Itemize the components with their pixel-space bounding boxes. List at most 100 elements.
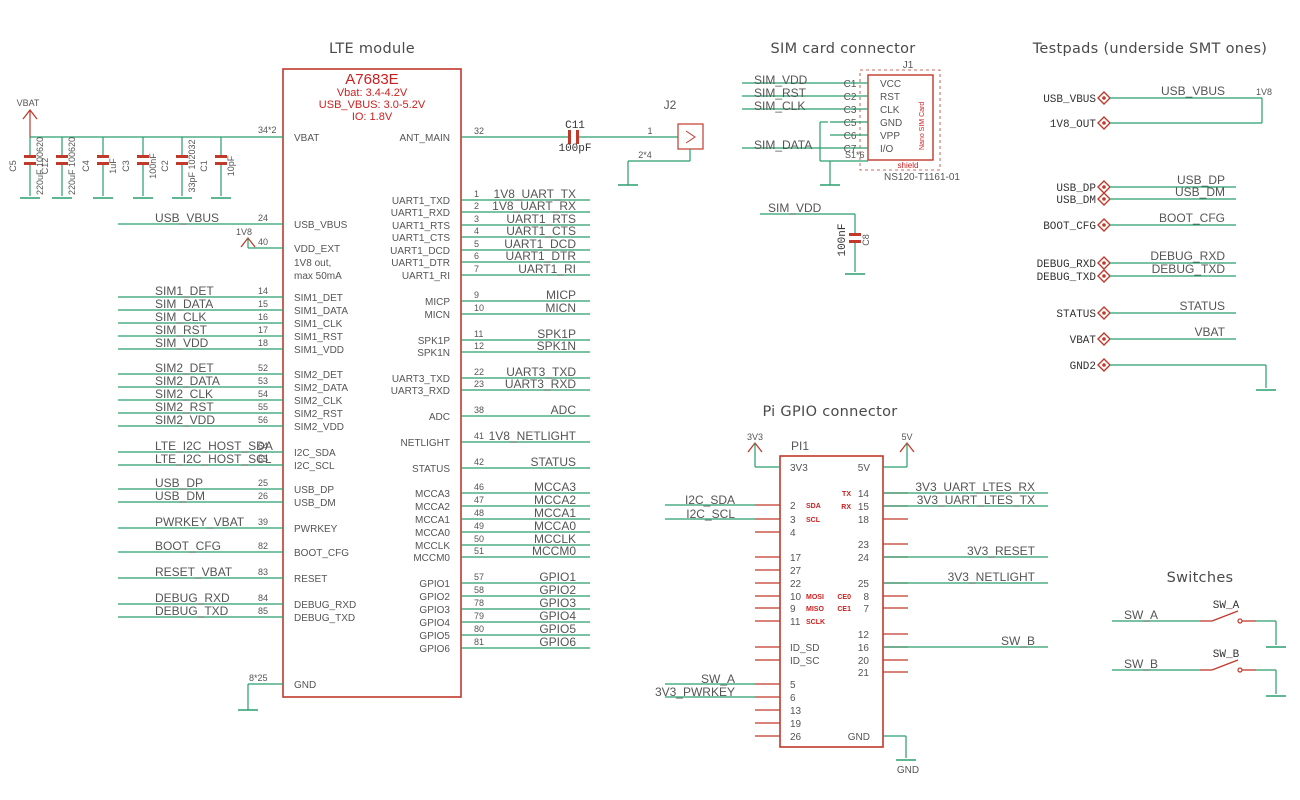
module-right-pin-name: UART1_DCD [390, 246, 450, 257]
testpad-label: USB_DP [1056, 183, 1096, 195]
module-right-pin-number: 51 [474, 546, 484, 556]
module-spec-line: USB_VBUS: 3.0-5.2V [319, 99, 426, 111]
gpio-5v-label: 5V [901, 432, 912, 442]
module-right-pin-number: 7 [474, 264, 479, 274]
gpio-left-pin-number: 19 [790, 719, 802, 730]
net-label-right: MICN [545, 301, 576, 315]
heading-switches: Switches [1167, 570, 1234, 586]
sim-pin-number: C3 [844, 105, 857, 116]
gpio-connector-ref: PI1 [791, 439, 809, 453]
module-right-pin-number: 4 [474, 226, 479, 236]
net-label-right: 1V8_NETLIGHT [489, 429, 577, 443]
module-right-pin-name: MICP [425, 297, 450, 308]
gpio-right-pin-number: 25 [858, 579, 870, 590]
net-label-right: MICP [546, 288, 576, 302]
sim-decouple-plate [849, 240, 861, 243]
net-label-left: LTE_I2C_HOST_SCL [155, 452, 272, 466]
net-label-right: MCCA0 [534, 519, 576, 533]
module-right-pin-number: 78 [474, 598, 484, 608]
net-label-right: MCCA1 [534, 506, 576, 520]
cap-value-label: 33pF 102032 [187, 139, 197, 192]
module-right-pin-name: NETLIGHT [401, 438, 450, 449]
sim-net-label: SIM_CLK [754, 99, 805, 113]
cap-value-label: 100nF [148, 153, 158, 179]
module-left-pin-name: PWRKEY [294, 524, 338, 535]
antenna-cap-value: 100pF [558, 143, 591, 155]
sim-decouple-net: SIM_VDD [768, 201, 822, 215]
gpio-right-pin-name: 5V [858, 463, 871, 474]
module-left-pin-number: 56 [258, 415, 268, 425]
heading-gpio-connector: Pi GPIO connector [762, 404, 897, 420]
module-left-pin-name: USB_VBUS [294, 220, 348, 231]
testpad-center [1102, 223, 1106, 227]
gpio-right-pin-number: 8 [863, 592, 869, 603]
module-right-pin-name: UART3_RXD [391, 386, 450, 397]
switch-contact [1237, 667, 1243, 673]
gpio-left-pin-number: 27 [790, 566, 802, 577]
net-label-right: ADC [551, 403, 577, 417]
antenna-connector-j2 [677, 123, 704, 150]
module-right-pin-number: 57 [474, 572, 484, 582]
gpio-left-pin-function: MISO [806, 606, 824, 613]
testpad-label: USB_VBUS [1043, 94, 1096, 106]
gpio-right-net-label: SW_B [1001, 634, 1035, 648]
module-left-pin-number: 82 [258, 541, 268, 551]
module-left-pin-name: SIM1_DATA [294, 306, 348, 317]
testpad-center [1102, 261, 1106, 265]
module-right-pin-number: 23 [474, 379, 484, 389]
module-left-pin-name: BOOT_CFG [294, 548, 349, 559]
gpio-left-net-label: I2C_SCL [686, 507, 735, 521]
testpad-label: GND2 [1070, 361, 1096, 373]
vbat-pin-name: VBAT [294, 133, 319, 144]
module-right-pin-name: UART1_RTS [392, 221, 450, 232]
gpio-right-pin-function: CE1 [837, 606, 851, 613]
module-right-pin-number: 12 [474, 341, 484, 351]
net-label-left: USB_DP [155, 476, 203, 490]
sim-pin-name: RST [880, 92, 900, 103]
module-right-pin-name: UART3_TXD [392, 374, 450, 385]
sim-pin-name: CLK [880, 105, 900, 116]
gpio-right-net-label: 3V3_RESET [967, 544, 1036, 558]
cap-ref-label: C1 [199, 160, 209, 172]
module-right-pin-number: 32 [474, 126, 484, 136]
testpad-label: STATUS [1056, 309, 1096, 321]
gpio-right-pin-number: 7 [863, 604, 869, 615]
module-right-pin-number: 47 [474, 495, 484, 505]
module-left-pin-number: 84 [258, 593, 268, 603]
module-left-pin-name: SIM2_DET [294, 370, 343, 381]
gpio-left-pin-function: MOSI [806, 594, 824, 601]
module-right-pin-name: ADC [429, 412, 450, 423]
testpad-net-label: DEBUG_TXD [1152, 262, 1226, 276]
net-label-right: 1V8_UART_RX [492, 199, 576, 213]
net-label-right: UART1_DTR [506, 249, 577, 263]
module-left-pin-number: 15 [258, 299, 268, 309]
module-left-pin-name: SIM2_RST [294, 409, 343, 420]
net-label-right: UART1_RI [518, 262, 576, 276]
module-right-pin-number: 41 [474, 431, 484, 441]
module-left-pin-name: VDD_EXT [294, 244, 340, 255]
testpad-center [1102, 121, 1106, 125]
module-left-pin-name: DEBUG_RXD [294, 600, 356, 611]
module-left-pin-name: I2C_SDA [294, 448, 336, 459]
module-right-pin-number: 49 [474, 521, 484, 531]
cap-ref-label: C12 [40, 158, 50, 175]
antenna-cap-ref: C11 [565, 120, 585, 132]
testpad-label: BOOT_CFG [1043, 221, 1096, 233]
testpad-net-label: DEBUG_RXD [1150, 249, 1225, 263]
switch-ref-label: SW_A [1213, 600, 1240, 612]
module-left-pin-name: DEBUG_TXD [294, 613, 355, 624]
module-right-pin-name: GPIO2 [419, 592, 450, 603]
switch-blade [1211, 610, 1239, 622]
module-right-pin-name: MCCA3 [415, 489, 450, 500]
vddext-description: 1V8 out, [294, 258, 331, 269]
gpio-gnd-label: GND [897, 765, 919, 776]
module-right-pin-name: GPIO6 [419, 644, 450, 655]
gpio-right-pin-number: 24 [858, 553, 870, 564]
cap-ref-label: C2 [160, 160, 170, 172]
module-right-pin-number: 58 [474, 585, 484, 595]
gpio-left-pin-number: 26 [790, 732, 802, 743]
vbat-power-label: VBAT [17, 98, 40, 108]
module-right-pin-number: 48 [474, 508, 484, 518]
module-left-pin-number: 55 [258, 402, 268, 412]
gpio-left-pin-number: 5 [790, 680, 796, 691]
